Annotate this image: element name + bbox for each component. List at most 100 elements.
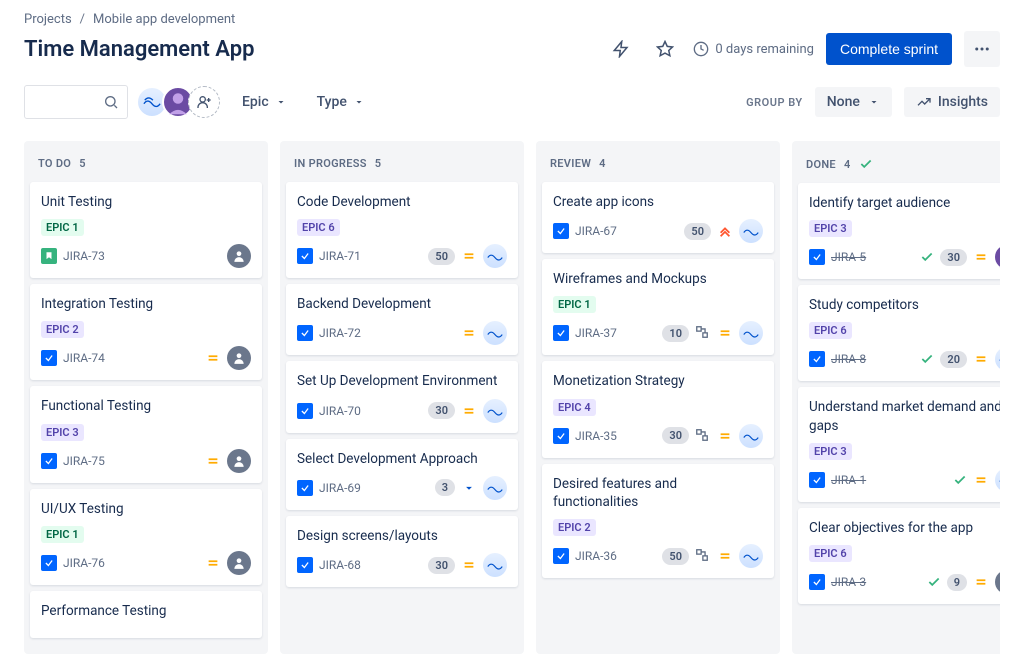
header-actions: 0 days remaining Complete sprint	[605, 31, 1000, 67]
column-review: REVIEW 4 Create app iconsJIRA-6750Wirefr…	[536, 141, 780, 654]
issue-card[interactable]: Unit Testing EPIC 1 JIRA-73	[30, 182, 262, 278]
task-icon	[41, 453, 57, 469]
issue-card[interactable]: Identify target audienceEPIC 3JIRA-530	[798, 183, 1000, 279]
epic-tag[interactable]: EPIC 1	[553, 296, 596, 313]
issue-card[interactable]: Functional TestingEPIC 3JIRA-75	[30, 386, 262, 482]
assignee-avatar[interactable]	[227, 346, 251, 370]
breadcrumb-project[interactable]: Mobile app development	[93, 12, 235, 27]
card-title: Unit Testing	[41, 193, 251, 211]
add-assignee-button[interactable]	[188, 86, 220, 118]
task-icon	[41, 555, 57, 571]
issue-card[interactable]: Create app iconsJIRA-6750	[542, 182, 774, 253]
issue-key: JIRA-5	[831, 250, 866, 264]
group-by-select[interactable]: None	[815, 87, 892, 117]
card-title: Study competitors	[809, 296, 1000, 314]
assignee-avatar[interactable]	[995, 347, 1000, 371]
issue-card[interactable]: Understand market demand and gapsEPIC 3J…	[798, 387, 1000, 501]
assignee-avatar[interactable]	[739, 219, 763, 243]
priority-medium-icon	[205, 350, 221, 366]
epic-tag[interactable]: EPIC 6	[809, 322, 852, 339]
assignee-avatar[interactable]	[227, 551, 251, 575]
type-filter[interactable]: Type	[309, 88, 373, 116]
issue-card[interactable]: Clear objectives for the appEPIC 6JIRA-3…	[798, 508, 1000, 604]
column-header[interactable]: TO DO 5	[30, 151, 262, 182]
estimate-badge: 50	[428, 248, 455, 265]
days-remaining: 0 days remaining	[693, 41, 814, 57]
priority-medium-icon	[973, 574, 989, 590]
assignee-avatar[interactable]	[739, 544, 763, 568]
issue-card[interactable]: Code DevelopmentEPIC 6JIRA-7150	[286, 182, 518, 278]
issue-key: JIRA-69	[319, 481, 361, 495]
estimate-badge: 30	[428, 557, 455, 574]
epic-tag[interactable]: EPIC 1	[41, 526, 84, 543]
assignee-avatar[interactable]	[483, 321, 507, 345]
epic-tag[interactable]: EPIC 2	[41, 321, 84, 338]
issue-key: JIRA-73	[63, 249, 105, 263]
star-icon[interactable]	[649, 33, 681, 65]
assignee-avatar[interactable]	[483, 244, 507, 268]
breadcrumb-separator: /	[80, 12, 85, 27]
issue-card[interactable]: UI/UX TestingEPIC 1JIRA-76	[30, 489, 262, 585]
epic-tag[interactable]: EPIC 3	[809, 443, 852, 460]
breadcrumb-projects[interactable]: Projects	[24, 12, 72, 27]
card-title: Performance Testing	[41, 602, 251, 620]
task-icon	[41, 350, 57, 366]
task-icon	[809, 351, 825, 367]
epic-tag[interactable]: EPIC 6	[809, 545, 852, 562]
task-icon	[809, 574, 825, 590]
epic-tag[interactable]: EPIC 2	[553, 519, 596, 536]
automation-icon[interactable]	[605, 33, 637, 65]
card-title: Integration Testing	[41, 295, 251, 313]
issue-card[interactable]: Backend DevelopmentJIRA-72	[286, 284, 518, 355]
epic-tag[interactable]: EPIC 3	[809, 220, 852, 237]
column-header[interactable]: DONE 4	[798, 151, 1000, 183]
complete-sprint-button[interactable]: Complete sprint	[826, 33, 952, 65]
insights-button[interactable]: Insights	[904, 87, 1000, 117]
epic-tag[interactable]: EPIC 6	[297, 219, 340, 236]
priority-medium-icon	[717, 325, 733, 341]
epic-tag[interactable]: EPIC 1	[41, 219, 84, 236]
issue-card[interactable]: Wireframes and MockupsEPIC 1JIRA-3710	[542, 259, 774, 355]
more-button[interactable]	[964, 31, 1000, 67]
assignee-avatar[interactable]	[995, 570, 1000, 594]
column-header[interactable]: REVIEW 4	[542, 151, 774, 182]
assignee-avatar[interactable]	[995, 245, 1000, 269]
assignee-avatar[interactable]	[995, 468, 1000, 492]
search-icon	[103, 94, 119, 110]
issue-card[interactable]: Design screens/layoutsJIRA-6830	[286, 516, 518, 587]
priority-medium-icon	[461, 557, 477, 573]
assignee-avatar[interactable]	[739, 424, 763, 448]
issue-card[interactable]: Performance Testing	[30, 591, 262, 638]
subtask-icon	[695, 548, 711, 564]
assignee-avatar[interactable]	[227, 449, 251, 473]
epic-tag[interactable]: EPIC 3	[41, 424, 84, 441]
search-input[interactable]	[24, 85, 128, 119]
done-check-icon	[953, 473, 967, 487]
epic-filter[interactable]: Epic	[234, 88, 295, 116]
column-header[interactable]: IN PROGRESS 5	[286, 151, 518, 182]
chevron-down-icon	[868, 96, 880, 108]
assignee-avatar[interactable]	[483, 399, 507, 423]
assignee-avatar[interactable]	[739, 321, 763, 345]
task-icon	[297, 325, 313, 341]
chevron-down-icon	[275, 96, 287, 108]
issue-card[interactable]: Monetization StrategyEPIC 4JIRA-3530	[542, 361, 774, 457]
issue-card[interactable]: Select Development ApproachJIRA-693	[286, 439, 518, 510]
issue-card[interactable]: Set Up Development EnvironmentJIRA-7030	[286, 361, 518, 432]
epic-tag[interactable]: EPIC 4	[553, 399, 596, 416]
estimate-badge: 30	[940, 249, 967, 266]
issue-card[interactable]: Study competitorsEPIC 6JIRA-820	[798, 285, 1000, 381]
done-check-icon	[859, 157, 873, 171]
issue-key: JIRA-3	[831, 575, 866, 589]
issue-key: JIRA-67	[575, 224, 617, 238]
task-icon	[809, 472, 825, 488]
issue-key: JIRA-71	[319, 249, 361, 263]
assignee-avatar[interactable]	[483, 553, 507, 577]
issue-card[interactable]: Desired features and functionalitiesEPIC…	[542, 464, 774, 578]
issue-card[interactable]: Integration TestingEPIC 2JIRA-74	[30, 284, 262, 380]
card-title: UI/UX Testing	[41, 500, 251, 518]
assignee-avatar[interactable]	[483, 476, 507, 500]
assignee-avatar[interactable]	[227, 244, 251, 268]
column-inprogress: IN PROGRESS 5 Code DevelopmentEPIC 6JIRA…	[280, 141, 524, 654]
group-by-label: GROUP BY	[746, 96, 803, 109]
